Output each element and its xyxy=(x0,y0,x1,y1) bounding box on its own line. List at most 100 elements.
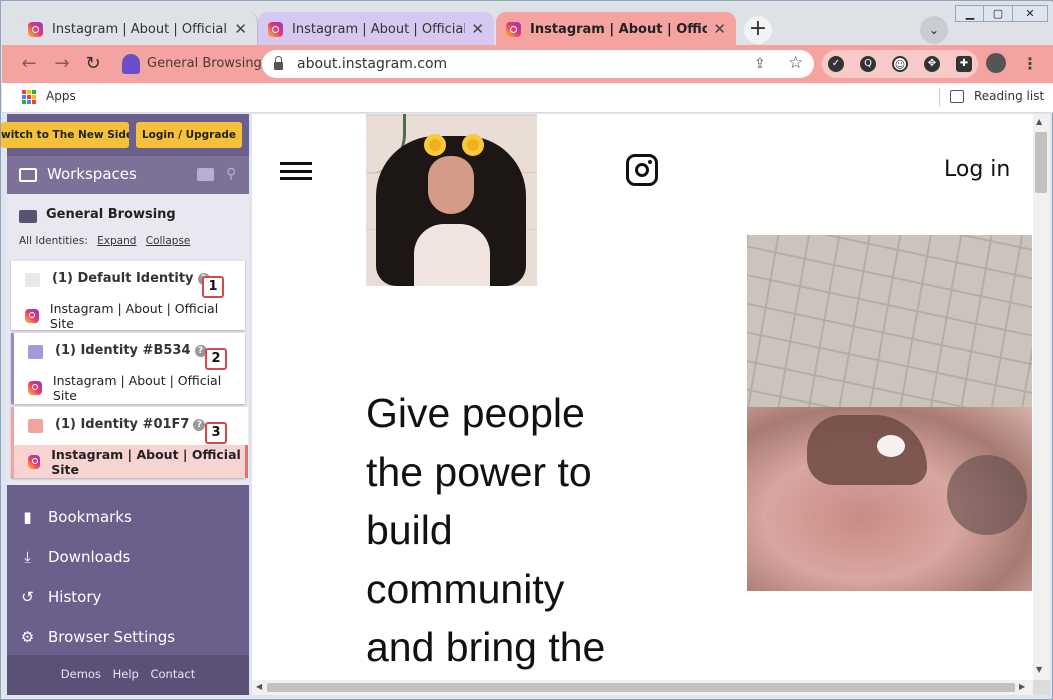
identity-row[interactable]: (1) Identity #01F7? 3 xyxy=(14,407,248,445)
annotation-number-badge: 1 xyxy=(202,276,224,298)
instagram-favicon-icon xyxy=(268,21,283,37)
apps-link[interactable]: Apps xyxy=(46,89,76,103)
horizontal-scroll-thumb[interactable] xyxy=(267,683,1015,692)
folder-icon xyxy=(19,168,37,182)
login-link[interactable]: Log in xyxy=(944,157,1010,182)
tab-close-icon[interactable]: ✕ xyxy=(471,20,484,38)
workspaces-title[interactable]: Workspaces xyxy=(47,165,137,183)
hamburger-menu-icon[interactable] xyxy=(280,162,312,180)
sidebar-item-label: History xyxy=(48,588,102,606)
identity-label: (1) Identity #01F7 xyxy=(55,417,190,432)
scroll-right-arrow-icon[interactable]: ▶ xyxy=(1019,682,1025,691)
tab-instagram-active[interactable]: Instagram | About | Official Site ✕ xyxy=(496,12,736,46)
help-icon[interactable]: ? xyxy=(193,419,206,431)
scroll-left-arrow-icon[interactable]: ◀ xyxy=(256,682,262,691)
url-text[interactable]: about.instagram.com xyxy=(297,56,447,72)
profile-avatar-icon[interactable] xyxy=(986,53,1006,73)
vertical-scroll-thumb[interactable] xyxy=(1035,132,1047,193)
kebab-menu-icon[interactable]: ⋮ xyxy=(1022,54,1038,73)
identity-site-item[interactable]: Instagram | About | Official Site xyxy=(14,371,248,404)
apps-grid-icon[interactable] xyxy=(22,90,36,104)
workspace-group-title[interactable]: General Browsing xyxy=(46,207,176,222)
tab-instagram-1[interactable]: Instagram | About | Official Site ✕ xyxy=(18,12,258,46)
new-tab-button[interactable]: + xyxy=(744,16,772,44)
tab-close-icon[interactable]: ✕ xyxy=(713,20,726,38)
reading-list-link[interactable]: Reading list xyxy=(974,89,1044,103)
all-identities-row: All Identities: Expand Collapse xyxy=(19,235,190,247)
tab-title: Instagram | About | Official Site xyxy=(52,21,228,37)
identity-card-active: (1) Identity #01F7? 3 Instagram | About … xyxy=(11,407,248,478)
tab-strip: Instagram | About | Official Site ✕ Inst… xyxy=(2,2,1053,46)
vertical-scrollbar[interactable] xyxy=(1033,114,1050,680)
target-extension-icon[interactable]: ✥ xyxy=(924,56,940,72)
q-extension-icon[interactable]: Q xyxy=(860,56,876,72)
forward-arrow-icon[interactable]: → xyxy=(51,53,73,75)
sidebar: witch to The New Sidebar Login / Upgrade… xyxy=(1,114,249,695)
reading-list-icon[interactable] xyxy=(950,90,964,103)
headline-line: the power to xyxy=(366,448,592,495)
sidebar-item-label: Bookmarks xyxy=(48,508,132,526)
maximize-button[interactable]: ▢ xyxy=(983,5,1013,22)
face-extension-icon[interactable]: ☺ xyxy=(892,56,908,72)
identity-site-item[interactable]: Instagram | About | Official Site xyxy=(11,299,245,332)
tab-title: Instagram | About | Official Site xyxy=(292,21,466,37)
headline-line: and bring the xyxy=(366,624,606,670)
divider xyxy=(939,88,940,106)
browser-toolbar: ← → ↻ General Browsing about.instagram.c… xyxy=(2,45,1053,83)
sidebar-item-bookmarks[interactable]: ▮ Bookmarks xyxy=(19,507,132,526)
share-icon[interactable]: ⇪ xyxy=(754,56,766,72)
collapse-link[interactable]: Collapse xyxy=(146,235,191,247)
identity-row[interactable]: (1) Default Identity? 1 xyxy=(11,261,245,299)
sidebar-nav: ▮ Bookmarks ⤓ Downloads ↺ History ⚙ Brow… xyxy=(7,485,249,655)
sidebar-item-downloads[interactable]: ⤓ Downloads xyxy=(19,548,130,566)
tab-title: Instagram | About | Official Site xyxy=(530,21,708,37)
identity-icon xyxy=(25,273,40,287)
annotation-number-badge: 3 xyxy=(205,422,227,444)
minimize-button[interactable]: ▁ xyxy=(955,5,985,22)
sidebar-top-bar: witch to The New Sidebar Login / Upgrade xyxy=(1,114,249,156)
back-arrow-icon[interactable]: ← xyxy=(18,53,40,75)
instagram-favicon-icon xyxy=(28,21,43,37)
sidebar-item-settings[interactable]: ⚙ Browser Settings xyxy=(19,628,175,646)
scroll-down-arrow-icon[interactable]: ▼ xyxy=(1036,665,1042,674)
instagram-logo-icon[interactable] xyxy=(626,154,658,186)
sidebar-item-label: Downloads xyxy=(48,548,131,566)
identity-label: (1) Identity #B534 xyxy=(55,343,191,358)
profile-label[interactable]: General Browsing xyxy=(147,56,262,71)
instagram-favicon-icon xyxy=(28,454,41,469)
tab-close-icon[interactable]: ✕ xyxy=(234,20,247,38)
identity-row[interactable]: (1) Identity #B534? 2 xyxy=(14,333,248,371)
reload-icon[interactable]: ↻ xyxy=(82,53,104,75)
tab-search-chevron-icon[interactable]: ⌄ xyxy=(920,16,948,44)
feature-photo xyxy=(747,235,1032,591)
puzzle-extensions-icon[interactable]: ✚ xyxy=(956,56,972,72)
search-icon[interactable]: ⚲ xyxy=(226,166,236,182)
scrollbar-corner xyxy=(1033,680,1050,695)
check-extension-icon[interactable]: ✓ xyxy=(828,56,844,72)
site-title: Instagram | About | Official Site xyxy=(52,372,222,403)
tab-instagram-2[interactable]: Instagram | About | Official Site ✕ xyxy=(258,12,494,46)
page-content: Log in Give people the power to build co… xyxy=(252,114,1033,680)
contact-link[interactable]: Contact xyxy=(150,667,195,681)
gear-icon: ⚙ xyxy=(20,627,35,646)
instagram-favicon-icon xyxy=(506,21,521,37)
site-title: Instagram | About | Official Site xyxy=(49,300,219,331)
scroll-up-arrow-icon[interactable]: ▲ xyxy=(1036,117,1042,126)
close-window-button[interactable]: ✕ xyxy=(1012,5,1048,22)
expand-link[interactable]: Expand xyxy=(97,235,136,247)
demos-link[interactable]: Demos xyxy=(61,667,101,681)
ghost-profile-icon[interactable] xyxy=(122,54,140,74)
all-identities-label: All Identities: xyxy=(19,235,88,247)
login-upgrade-button[interactable]: Login / Upgrade xyxy=(136,122,242,148)
add-folder-icon[interactable] xyxy=(197,168,214,181)
address-bar[interactable]: about.instagram.com xyxy=(262,50,814,78)
lock-icon[interactable] xyxy=(274,56,283,70)
bookmark-icon: ▮ xyxy=(23,507,32,526)
sidebar-item-history[interactable]: ↺ History xyxy=(19,588,101,606)
history-icon: ↺ xyxy=(21,587,34,606)
identity-site-item-active[interactable]: Instagram | About | Official Site xyxy=(14,445,248,478)
help-link[interactable]: Help xyxy=(113,667,139,681)
switch-sidebar-button[interactable]: witch to The New Sidebar xyxy=(1,122,129,148)
hero-illustration xyxy=(366,114,537,286)
bookmark-star-icon[interactable]: ☆ xyxy=(788,53,803,73)
